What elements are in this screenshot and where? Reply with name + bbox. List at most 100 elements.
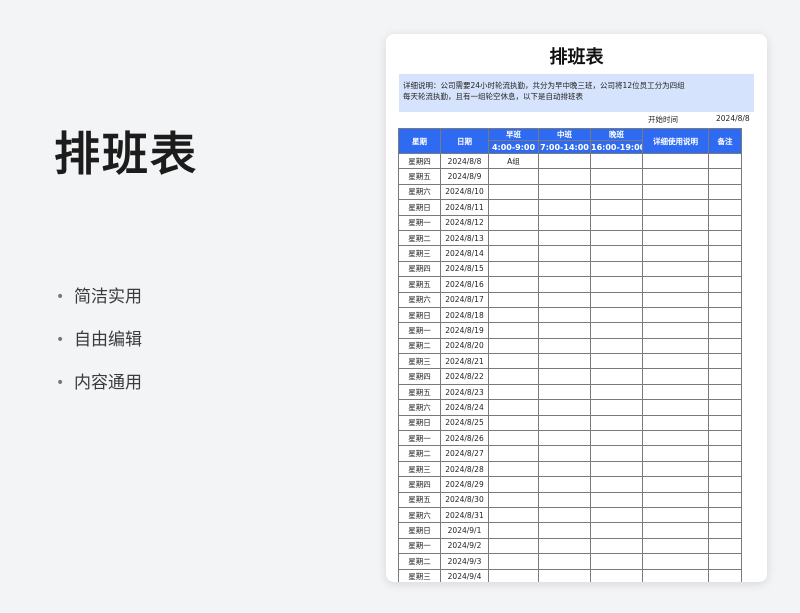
cell-detail[interactable] [642,553,709,570]
cell-night[interactable] [590,568,643,582]
cell-mid[interactable] [538,506,591,524]
cell-weekday[interactable]: 星期一 [398,537,441,555]
cell-morning[interactable] [488,322,539,339]
cell-night[interactable] [590,183,643,201]
cell-note[interactable] [708,337,742,355]
cell-night[interactable] [590,245,643,262]
cell-date[interactable]: 2024/8/30 [440,491,489,508]
cell-mid[interactable] [538,152,591,170]
cell-weekday[interactable]: 星期六 [398,183,441,201]
cell-weekday[interactable]: 星期五 [398,383,441,401]
cell-night[interactable] [590,229,643,247]
cell-mid[interactable] [538,368,591,385]
cell-morning[interactable] [488,168,539,185]
cell-date[interactable]: 2024/9/3 [440,553,489,570]
cell-night[interactable] [590,337,643,355]
cell-note[interactable] [708,306,742,324]
cell-mid[interactable] [538,553,591,570]
cell-mid[interactable] [538,537,591,555]
cell-detail[interactable] [642,460,709,478]
cell-date[interactable]: 2024/8/13 [440,229,489,247]
cell-note[interactable] [708,460,742,478]
cell-mid[interactable] [538,306,591,324]
cell-night[interactable] [590,199,643,216]
cell-mid[interactable] [538,445,591,462]
cell-weekday[interactable]: 星期一 [398,430,441,447]
cell-morning[interactable] [488,414,539,432]
cell-night[interactable] [590,491,643,508]
cell-weekday[interactable]: 星期日 [398,306,441,324]
cell-weekday[interactable]: 星期日 [398,522,441,539]
cell-detail[interactable] [642,168,709,185]
cell-morning[interactable] [488,491,539,508]
cell-morning[interactable] [488,430,539,447]
cell-date[interactable]: 2024/8/24 [440,399,489,416]
cell-morning[interactable] [488,229,539,247]
cell-detail[interactable] [642,322,709,339]
cell-detail[interactable] [642,260,709,278]
cell-weekday[interactable]: 星期五 [398,168,441,185]
cell-mid[interactable] [538,353,591,370]
cell-note[interactable] [708,491,742,508]
cell-note[interactable] [708,553,742,570]
cell-weekday[interactable]: 星期二 [398,337,441,355]
cell-note[interactable] [708,414,742,432]
cell-night[interactable] [590,276,643,293]
cell-mid[interactable] [538,430,591,447]
cell-weekday[interactable]: 星期六 [398,399,441,416]
cell-detail[interactable] [642,245,709,262]
cell-date[interactable]: 2024/8/9 [440,168,489,185]
cell-morning[interactable] [488,306,539,324]
cell-morning[interactable] [488,291,539,308]
cell-weekday[interactable]: 星期五 [398,491,441,508]
cell-mid[interactable] [538,183,591,201]
cell-note[interactable] [708,183,742,201]
cell-morning[interactable] [488,183,539,201]
cell-date[interactable]: 2024/8/29 [440,476,489,493]
cell-night[interactable] [590,522,643,539]
cell-morning[interactable] [488,383,539,401]
cell-mid[interactable] [538,568,591,582]
cell-night[interactable] [590,476,643,493]
cell-detail[interactable] [642,229,709,247]
cell-detail[interactable] [642,476,709,493]
cell-detail[interactable] [642,368,709,385]
cell-night[interactable] [590,322,643,339]
cell-date[interactable]: 2024/8/10 [440,183,489,201]
cell-mid[interactable] [538,260,591,278]
cell-weekday[interactable]: 星期四 [398,368,441,385]
cell-mid[interactable] [538,214,591,231]
cell-weekday[interactable]: 星期四 [398,260,441,278]
cell-date[interactable]: 2024/8/23 [440,383,489,401]
cell-date[interactable]: 2024/8/15 [440,260,489,278]
cell-date[interactable]: 2024/8/16 [440,276,489,293]
cell-morning[interactable] [488,522,539,539]
cell-morning[interactable] [488,399,539,416]
cell-note[interactable] [708,522,742,539]
cell-date[interactable]: 2024/8/27 [440,445,489,462]
cell-morning[interactable] [488,353,539,370]
cell-note[interactable] [708,353,742,370]
cell-night[interactable] [590,168,643,185]
cell-mid[interactable] [538,291,591,308]
cell-date[interactable]: 2024/8/12 [440,214,489,231]
cell-note[interactable] [708,229,742,247]
cell-date[interactable]: 2024/9/1 [440,522,489,539]
cell-date[interactable]: 2024/8/28 [440,460,489,478]
cell-night[interactable] [590,383,643,401]
cell-weekday[interactable]: 星期日 [398,414,441,432]
cell-night[interactable] [590,152,643,170]
cell-weekday[interactable]: 星期二 [398,553,441,570]
cell-mid[interactable] [538,399,591,416]
cell-detail[interactable] [642,445,709,462]
cell-note[interactable] [708,383,742,401]
cell-date[interactable]: 2024/8/14 [440,245,489,262]
cell-mid[interactable] [538,383,591,401]
cell-mid[interactable] [538,460,591,478]
cell-morning[interactable] [488,553,539,570]
cell-morning[interactable] [488,476,539,493]
cell-night[interactable] [590,460,643,478]
cell-weekday[interactable]: 星期三 [398,245,441,262]
cell-detail[interactable] [642,353,709,370]
cell-morning[interactable] [488,460,539,478]
